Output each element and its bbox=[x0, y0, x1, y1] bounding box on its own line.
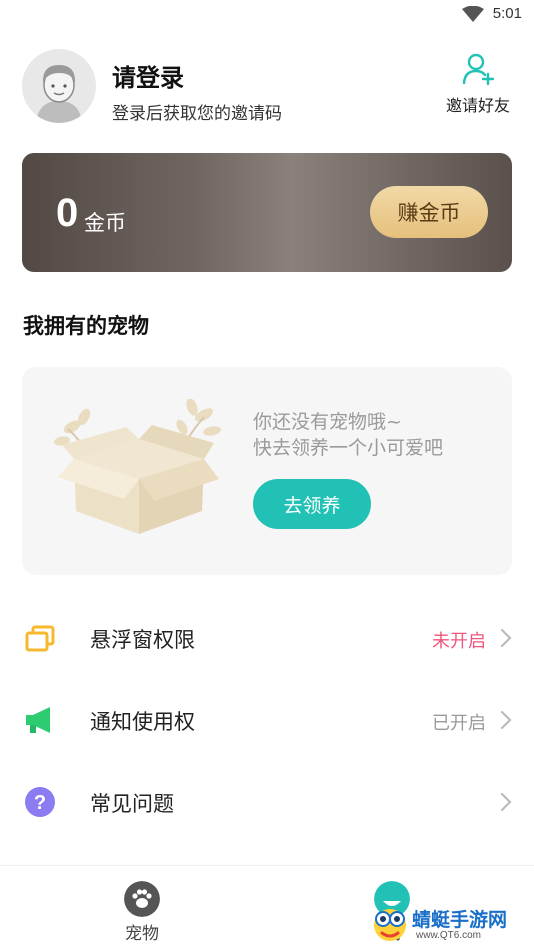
tab-pets[interactable]: 宠物 bbox=[72, 866, 212, 949]
chevron-right-icon bbox=[500, 710, 512, 730]
empty-pets-message-2: 快去领养一个小可爱吧 bbox=[253, 437, 444, 459]
tab-label: 宠物 bbox=[125, 924, 159, 944]
chevron-right-icon bbox=[500, 792, 512, 812]
my-pets-title: 我拥有的宠物 bbox=[23, 314, 149, 338]
site-watermark: 蜻蜓手游网 www.QT6.com bbox=[368, 899, 528, 947]
watermark-text: 蜻蜓手游网 bbox=[412, 909, 508, 931]
login-prompt-title[interactable]: 请登录 bbox=[112, 58, 184, 93]
svg-text:?: ? bbox=[34, 792, 46, 814]
profile-header: 请登录 登录后获取您的邀请码 邀请好友 bbox=[22, 48, 518, 128]
invite-friends-button[interactable]: 邀请好友 bbox=[438, 52, 518, 116]
status-bar: 5:01 bbox=[0, 0, 534, 30]
menu-item-notification-access[interactable]: 通知使用权 已开启 bbox=[0, 679, 534, 761]
watermark-url: www.QT6.com bbox=[416, 930, 482, 941]
settings-menu: 悬浮窗权限 未开启 通知使用权 已开启 ? 常见问题 bbox=[0, 597, 534, 843]
coin-balance-card: 0 金币 赚金币 bbox=[22, 153, 512, 272]
avatar[interactable] bbox=[22, 49, 96, 123]
adopt-pet-button[interactable]: 去领养 bbox=[253, 479, 371, 529]
empty-box-illustration bbox=[54, 399, 221, 534]
chevron-right-icon bbox=[500, 628, 512, 648]
empty-pets-message-1: 你还没有宠物哦~ bbox=[253, 411, 402, 433]
add-user-icon bbox=[462, 53, 495, 86]
login-prompt-subtitle: 登录后获取您的邀请码 bbox=[112, 104, 282, 124]
wifi-icon bbox=[462, 6, 484, 22]
empty-pets-card: 你还没有宠物哦~ 快去领养一个小可爱吧 去领养 bbox=[22, 367, 512, 575]
menu-status: 已开启 bbox=[432, 713, 486, 734]
floating-window-icon bbox=[25, 625, 55, 652]
coin-unit-label: 金币 bbox=[84, 211, 126, 235]
menu-label: 常见问题 bbox=[90, 792, 174, 816]
question-icon: ? bbox=[25, 787, 55, 817]
menu-label: 悬浮窗权限 bbox=[90, 628, 195, 652]
default-avatar-icon bbox=[22, 49, 96, 123]
earn-coins-button[interactable]: 赚金币 bbox=[370, 186, 488, 238]
paw-icon bbox=[124, 881, 160, 917]
megaphone-icon bbox=[26, 707, 50, 733]
status-time: 5:01 bbox=[492, 5, 522, 22]
menu-status: 未开启 bbox=[432, 631, 486, 652]
coin-amount: 0 bbox=[56, 191, 79, 235]
menu-label: 通知使用权 bbox=[90, 710, 195, 734]
dragonfly-logo-icon bbox=[374, 909, 406, 941]
menu-item-faq[interactable]: ? 常见问题 bbox=[0, 761, 534, 843]
menu-item-floating-window[interactable]: 悬浮窗权限 未开启 bbox=[0, 597, 534, 679]
invite-friends-label: 邀请好友 bbox=[445, 96, 510, 115]
